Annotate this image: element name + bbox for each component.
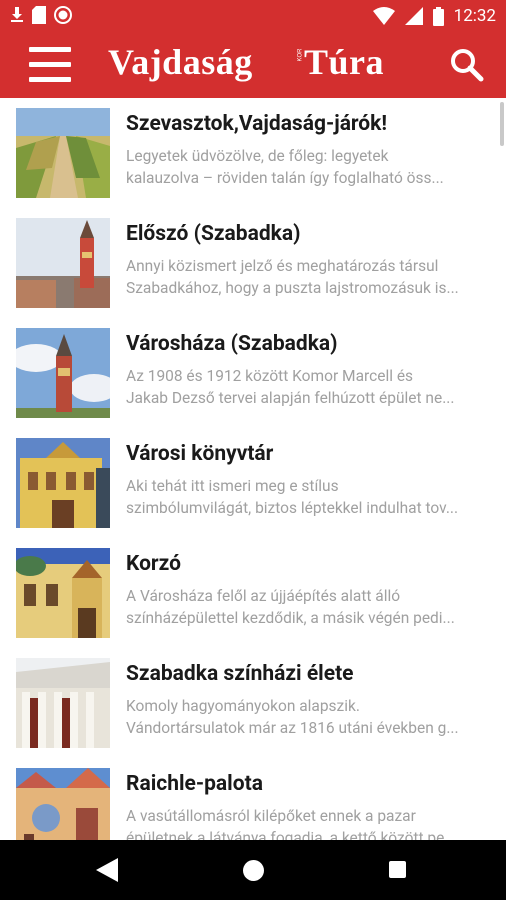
list-item[interactable]: Szevasztok,Vajdaság-járók! Legyetek üdvö…	[0, 98, 506, 209]
home-button[interactable]	[243, 860, 264, 881]
system-icons: 12:32	[372, 6, 496, 26]
menu-icon	[29, 47, 71, 52]
menu-icon-bar	[29, 62, 71, 67]
list-item[interactable]: Városháza (Szabadka) Az 1908 és 1912 köz…	[0, 318, 506, 429]
navigation-bar	[0, 840, 506, 900]
search-button[interactable]	[450, 48, 484, 82]
item-description-line: Aki tehát itt ismeri meg e stílus	[126, 477, 339, 495]
battery-icon	[432, 6, 444, 26]
list-item[interactable]: Szabadka színházi élete Komoly hagyomány…	[0, 648, 506, 759]
item-description: A vasútállomásról kilépőket ennek a paza…	[126, 805, 496, 840]
notification-icons	[10, 6, 72, 24]
item-description-line: kalauzolva – röviden talán így foglalhat…	[126, 169, 444, 187]
item-title: Városi könyvtár	[126, 442, 274, 466]
item-description: Az 1908 és 1912 között Komor Marcell és …	[126, 365, 496, 409]
item-description: Legyetek üdvözölve, de főleg: legyetek k…	[126, 145, 496, 189]
signal-icon	[404, 7, 423, 25]
item-title: Előszó (Szabadka)	[126, 222, 301, 246]
record-icon	[54, 6, 72, 24]
item-description-line: Szabadkához, hogy a puszta lajstromozásu…	[126, 279, 459, 297]
article-list: Szevasztok,Vajdaság-járók! Legyetek üdvö…	[0, 98, 506, 840]
app-bar: Vajdaság KOR Túra	[0, 32, 506, 98]
item-description-line: Legyetek üdvözölve, de főleg: legyetek	[126, 147, 389, 165]
menu-button[interactable]	[29, 47, 71, 83]
item-description-line: Az 1908 és 1912 között Komor Marcell és	[126, 367, 414, 385]
list-item[interactable]: Korzó A Városháza felől az újjáépítés al…	[0, 538, 506, 649]
app-logo: Vajdaság KOR Túra	[108, 39, 408, 89]
list-item[interactable]: Raichle-palota A vasútállomásról kilépők…	[0, 758, 506, 840]
item-title: Korzó	[126, 552, 181, 576]
wifi-icon	[372, 7, 395, 25]
search-icon	[451, 49, 484, 82]
item-description-line: A vasútállomásról kilépőket ennek a paza…	[126, 807, 416, 825]
item-description-line: épületnek a látványa fogadja, a kettő kö…	[126, 829, 457, 840]
list-item[interactable]: Előszó (Szabadka) Annyi közismert jelző …	[0, 208, 506, 319]
logo-small-text: KOR	[297, 48, 304, 62]
thumbnail-city-hall	[16, 328, 110, 418]
list-item[interactable]: Városi könyvtár Aki tehát itt ismeri meg…	[0, 428, 506, 539]
sd-card-icon	[32, 6, 46, 24]
item-title: Szevasztok,Vajdaság-járók!	[126, 112, 388, 136]
logo-text-left: Vajdaság	[108, 42, 253, 82]
item-title: Raichle-palota	[126, 772, 263, 796]
item-title: Szabadka színházi élete	[126, 662, 354, 686]
status-bar: 12:32	[0, 0, 506, 32]
thumbnail-library	[16, 438, 110, 528]
clock: 12:32	[453, 6, 496, 26]
logo-text-right: Túra	[304, 42, 385, 82]
back-button[interactable]	[96, 858, 118, 886]
item-description: A Városháza felől az újjáépítés alatt ál…	[126, 585, 496, 629]
item-description: Aki tehát itt ismeri meg e stílus szimbó…	[126, 475, 496, 519]
item-description: Komoly hagyományokon alapszik. Vándortár…	[126, 695, 496, 739]
thumbnail-theater	[16, 658, 110, 748]
menu-icon-bar	[29, 77, 71, 82]
item-description: Annyi közismert jelző és meghatározás tá…	[126, 255, 496, 299]
recents-button[interactable]	[389, 861, 406, 878]
thumbnail-tower	[16, 218, 110, 308]
item-description-line: Annyi közismert jelző és meghatározás tá…	[126, 257, 439, 275]
item-description-line: Vándortársulatok már az 1816 utáni évekb…	[126, 719, 459, 737]
scrollbar[interactable]	[500, 102, 504, 146]
item-description-line: Jakab Dezső tervei alapján felhúzott épü…	[126, 389, 455, 407]
item-title: Városháza (Szabadka)	[126, 332, 338, 356]
item-description-line: színházépülettel kezdődik, a másik végén…	[126, 609, 455, 627]
thumbnail-korzo	[16, 548, 110, 638]
item-description-line: Komoly hagyományokon alapszik.	[126, 697, 360, 715]
thumbnail-fields	[16, 108, 110, 198]
back-icon	[96, 858, 118, 882]
item-description-line: A Városháza felől az újjáépítés alatt ál…	[126, 587, 401, 605]
thumbnail-palace	[16, 768, 110, 840]
item-description-line: szimbólumvilágát, biztos léptekkel indul…	[126, 499, 459, 517]
download-icon	[11, 7, 23, 22]
